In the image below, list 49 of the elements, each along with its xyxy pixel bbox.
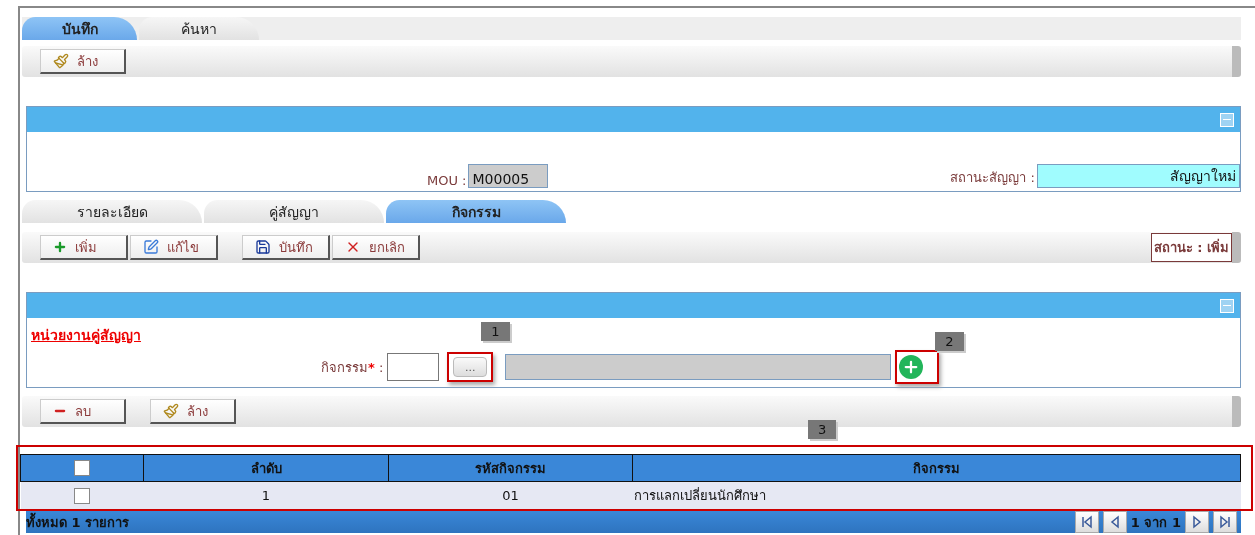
brush-icon [163,403,179,419]
callout-label: 2 [935,332,964,351]
mou-field: M00005 [468,164,549,188]
collapse-icon[interactable] [1220,112,1234,127]
activity-label: กิจกรรม* : [321,358,384,377]
edit-button[interactable]: แก้ไข [130,235,218,260]
column-header[interactable]: รหัสกิจกรรม [388,454,633,482]
contract-status-field: สัญญาใหม่ [1037,164,1240,188]
callout-label: 3 [808,420,837,439]
tab[interactable]: บันทึก [22,17,137,40]
last-page-button[interactable] [1213,511,1237,533]
table-cell: การแลกเปลี่ยนนักศึกษา [632,481,1241,509]
browse-button[interactable]: ... [453,357,488,377]
row-checkbox[interactable] [74,487,90,504]
save-button[interactable]: บันทึก [242,235,330,260]
callout-label: 1 [481,322,510,341]
table-cell: 01 [388,481,633,509]
add-circle-button[interactable] [899,355,924,379]
activity-code-input[interactable] [387,353,440,381]
column-header[interactable]: กิจกรรม [632,454,1241,482]
clear-button[interactable]: ล้าง [150,399,236,424]
column-header[interactable]: ลำดับ [143,454,389,482]
first-page-button[interactable] [1074,511,1099,533]
plus-icon [53,240,67,254]
status-indicator: สถานะ : เพิ่ม [1150,233,1232,262]
first-page-icon [1079,515,1094,529]
contract-status-label: สถานะสัญญา : [950,169,1035,187]
collapse-icon[interactable] [1220,298,1234,313]
pencil-icon [143,239,159,255]
add-button[interactable]: เพิ่ม [40,235,128,260]
delete-button[interactable]: ลบ [40,399,126,424]
last-page-icon [1218,515,1232,529]
tab[interactable]: รายละเอียด [22,200,202,223]
brush-icon [53,53,69,69]
select-all-checkbox[interactable] [74,460,90,476]
table-cell: 1 [143,481,389,509]
section-link[interactable]: หน่วยงานคู่สัญญา [31,327,141,343]
previous-page-button[interactable] [1102,511,1127,533]
page-info: 1 จาก 1 [1130,513,1181,532]
tab[interactable]: กิจกรรม [386,200,566,223]
clear-button[interactable]: ล้าง [40,49,126,74]
next-icon [1190,515,1204,529]
save-icon [255,239,271,255]
tab[interactable]: ค้นหา [139,17,259,40]
mou-label: MOU : [427,173,467,188]
tab[interactable]: คู่สัญญา [204,200,384,223]
total-count: ทั้งหมด 1 รายการ [26,511,130,532]
next-page-button[interactable] [1185,511,1209,533]
cancel-button[interactable]: ยกเลิก [332,235,420,260]
